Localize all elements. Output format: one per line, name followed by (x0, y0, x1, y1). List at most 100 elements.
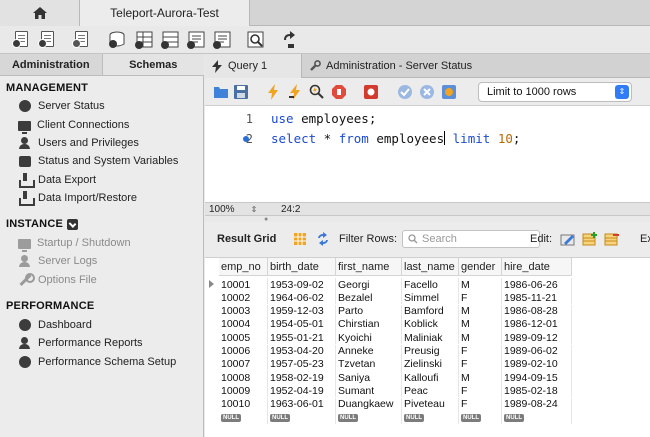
table-cell[interactable]: Chirstian (336, 317, 402, 331)
table-cell[interactable]: Preusig (402, 344, 459, 358)
toggle-output-icon[interactable] (363, 84, 379, 100)
table-row[interactable]: 10005 1955-01-21 Kyoichi Maliniak M 1989-09-1… (205, 331, 650, 345)
zoom-control[interactable]: 100% ⇕ (209, 203, 271, 215)
table-cell[interactable]: Bamford (402, 304, 459, 318)
limit-rows-select[interactable]: Limit to 1000 rows ⇕ (478, 82, 632, 102)
table-cell[interactable]: 1959-12-03 (268, 304, 336, 318)
column-header-gender[interactable]: gender (459, 258, 502, 276)
table-cell[interactable]: Kyoichi (336, 331, 402, 345)
table-cell[interactable]: 1989-09-12 (502, 331, 572, 345)
table-row[interactable]: 10006 1953-04-20 Anneke Preusig F 1989-06-02 (205, 344, 650, 358)
sidebar-item-status-variables[interactable]: Status and System Variables (18, 153, 178, 169)
new-row-placeholder[interactable]: NULL NULL NULL NULL NULL NULL (205, 411, 650, 424)
table-cell[interactable]: 1989-02-10 (502, 357, 572, 371)
table-cell[interactable]: M (459, 331, 502, 345)
table-cell[interactable]: 10007 (219, 357, 268, 371)
result-grid[interactable]: emp_no birth_date first_name last_name gende… (205, 258, 650, 437)
edit-row-icon[interactable] (560, 232, 576, 246)
table-row[interactable]: 10007 1957-05-23 Tzvetan Zielinski F 1989-02-… (205, 357, 650, 371)
table-cell[interactable]: Tzvetan (336, 357, 402, 371)
table-cell[interactable]: NULL (402, 411, 459, 424)
sidebar-item-server-logs[interactable]: Server Logs (18, 253, 97, 269)
table-cell[interactable]: Duangkaew (336, 397, 402, 411)
sidebar-item-data-export[interactable]: Data Export (18, 172, 96, 188)
table-cell[interactable]: Bezalel (336, 291, 402, 305)
table-row[interactable]: 10003 1959-12-03 Parto Bamford M 1986-08-28 (205, 304, 650, 318)
create-procedure-icon[interactable] (186, 30, 206, 50)
table-cell[interactable]: F (459, 291, 502, 305)
table-cell[interactable]: 10004 (219, 317, 268, 331)
table-cell[interactable]: M (459, 278, 502, 291)
sidebar-item-users-privileges[interactable]: Users and Privileges (18, 135, 139, 151)
result-grid-title[interactable]: Result Grid (217, 233, 276, 245)
sql-editor[interactable]: 1 2 use employees; select * from employe… (205, 106, 650, 202)
table-cell[interactable]: 1989-06-02 (502, 344, 572, 358)
column-header-hire-date[interactable]: hire_date (502, 258, 572, 276)
grid-view-icon[interactable] (293, 232, 307, 246)
table-cell[interactable]: NULL (268, 411, 336, 424)
table-cell[interactable]: 1986-12-01 (502, 317, 572, 331)
create-view-icon[interactable] (160, 30, 180, 50)
sidebar-item-client-connections[interactable]: Client Connections (18, 117, 129, 134)
sidebar-item-server-status[interactable]: Server Status (18, 98, 105, 114)
create-schema-icon[interactable] (108, 30, 128, 50)
table-cell[interactable]: 1953-04-20 (268, 344, 336, 358)
column-header-last-name[interactable]: last_name (402, 258, 459, 276)
table-cell[interactable]: 1964-06-02 (268, 291, 336, 305)
column-header-emp-no[interactable]: emp_no (219, 258, 268, 276)
search-table-data-icon[interactable] (246, 30, 266, 50)
table-cell[interactable]: 1986-08-28 (502, 304, 572, 318)
table-row[interactable]: 10009 1952-04-19 Sumant Peac F 1985-02-18 (205, 384, 650, 398)
table-cell[interactable]: F (459, 357, 502, 371)
sidebar-item-startup-shutdown[interactable]: Startup / Shutdown (18, 235, 131, 252)
table-cell[interactable]: 1957-05-23 (268, 357, 336, 371)
table-cell[interactable]: 1952-04-19 (268, 384, 336, 398)
table-row[interactable]: 10002 1964-06-02 Bezalel Simmel F 1985-11-21 (205, 291, 650, 305)
table-cell[interactable]: M (459, 317, 502, 331)
table-row[interactable]: 10004 1954-05-01 Chirstian Koblick M 1986-12-… (205, 317, 650, 331)
insert-row-icon[interactable] (582, 232, 598, 246)
table-cell[interactable]: Koblick (402, 317, 459, 331)
table-cell[interactable]: Kalloufi (402, 371, 459, 385)
table-cell[interactable]: 10010 (219, 397, 268, 411)
refresh-icon[interactable] (316, 232, 330, 246)
execute-icon[interactable] (265, 84, 281, 100)
table-cell[interactable]: F (459, 384, 502, 398)
table-cell[interactable]: 10009 (219, 384, 268, 398)
table-cell[interactable]: Parto (336, 304, 402, 318)
open-sql-file-icon[interactable] (38, 30, 58, 50)
table-cell[interactable]: 1994-09-15 (502, 371, 572, 385)
table-row[interactable]: 10001 1953-09-02 Georgi Facello M 1986-06-26 (205, 278, 650, 291)
table-cell[interactable]: Maliniak (402, 331, 459, 345)
save-icon[interactable] (233, 84, 249, 100)
table-cell[interactable]: Anneke (336, 344, 402, 358)
table-cell[interactable]: NULL (336, 411, 402, 424)
table-cell[interactable]: 10001 (219, 278, 268, 291)
delete-row-icon[interactable] (604, 232, 620, 246)
table-cell[interactable]: Zielinski (402, 357, 459, 371)
auto-commit-icon[interactable] (441, 84, 457, 100)
commit-icon[interactable] (397, 84, 413, 100)
table-cell[interactable]: Piveteau (402, 397, 459, 411)
sidebar-item-data-import[interactable]: Data Import/Restore (18, 190, 137, 206)
filter-rows-input[interactable]: Search (402, 230, 540, 248)
table-cell[interactable]: 1985-02-18 (502, 384, 572, 398)
table-cell[interactable]: F (459, 344, 502, 358)
table-cell[interactable]: 1986-06-26 (502, 278, 572, 291)
table-cell[interactable]: F (459, 397, 502, 411)
tab-schemas[interactable]: Schemas (102, 54, 204, 75)
table-cell[interactable]: 1958-02-19 (268, 371, 336, 385)
table-cell[interactable]: NULL (219, 411, 268, 424)
table-cell[interactable]: M (459, 304, 502, 318)
table-cell[interactable]: Peac (402, 384, 459, 398)
table-cell[interactable]: Simmel (402, 291, 459, 305)
table-row[interactable]: 10010 1963-06-01 Duangkaew Piveteau F 1989-08… (205, 397, 650, 411)
column-header-first-name[interactable]: first_name (336, 258, 402, 276)
tab-administration[interactable]: Administration (0, 54, 103, 75)
sidebar-item-options-file[interactable]: Options File (18, 272, 97, 288)
table-cell[interactable]: Sumant (336, 384, 402, 398)
table-cell[interactable]: 10003 (219, 304, 268, 318)
table-cell[interactable]: M (459, 371, 502, 385)
table-cell[interactable]: Saniya (336, 371, 402, 385)
table-cell[interactable]: 1989-08-24 (502, 397, 572, 411)
